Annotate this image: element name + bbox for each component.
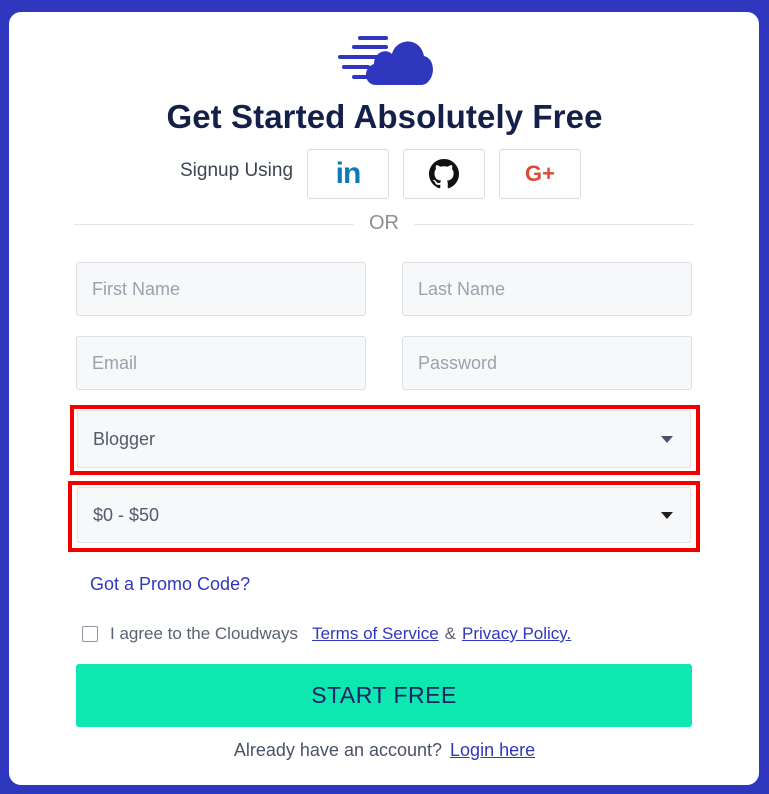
google-plus-icon: G+ [525, 161, 555, 186]
login-prompt-text: Already have an account? [233, 740, 443, 760]
or-divider: OR [74, 212, 694, 236]
email-input[interactable] [76, 336, 366, 390]
agree-text: I agree to the Cloudways [110, 624, 299, 643]
linkedin-icon: in [335, 157, 362, 190]
terms-agreement-row: I agree to the Cloudways Terms of Servic… [82, 623, 571, 645]
agree-checkbox[interactable] [82, 626, 98, 642]
page-title: Get Started Absolutely Free [166, 98, 603, 135]
linkedin-signup-button[interactable]: in [307, 149, 389, 199]
divider-line-right [414, 224, 694, 225]
budget-select-value: $0 - $50 [93, 504, 160, 525]
promo-code-link[interactable]: Got a Promo Code? [90, 574, 250, 595]
role-select[interactable]: Blogger [77, 410, 691, 468]
last-name-input[interactable] [402, 262, 692, 316]
terms-of-service-link[interactable]: Terms of Service [312, 624, 439, 644]
role-select-value: Blogger [93, 428, 156, 449]
chevron-down-icon [661, 435, 673, 443]
login-prompt: Already have an account? Login here [0, 740, 769, 761]
github-icon [429, 159, 459, 189]
password-input[interactable] [402, 336, 692, 390]
github-signup-button[interactable] [403, 149, 485, 199]
google-plus-signup-button[interactable]: G+ [499, 149, 581, 199]
cloudways-logo-icon [338, 36, 433, 85]
login-link[interactable]: Login here [450, 740, 535, 760]
ampersand-text: & [444, 624, 456, 643]
chevron-down-icon [661, 511, 673, 519]
first-name-input[interactable] [76, 262, 366, 316]
privacy-policy-link[interactable]: Privacy Policy. [462, 624, 571, 644]
start-free-button[interactable]: START FREE [76, 664, 692, 727]
budget-select[interactable]: $0 - $50 [77, 487, 691, 543]
signup-using-label: Signup Using [180, 160, 294, 181]
